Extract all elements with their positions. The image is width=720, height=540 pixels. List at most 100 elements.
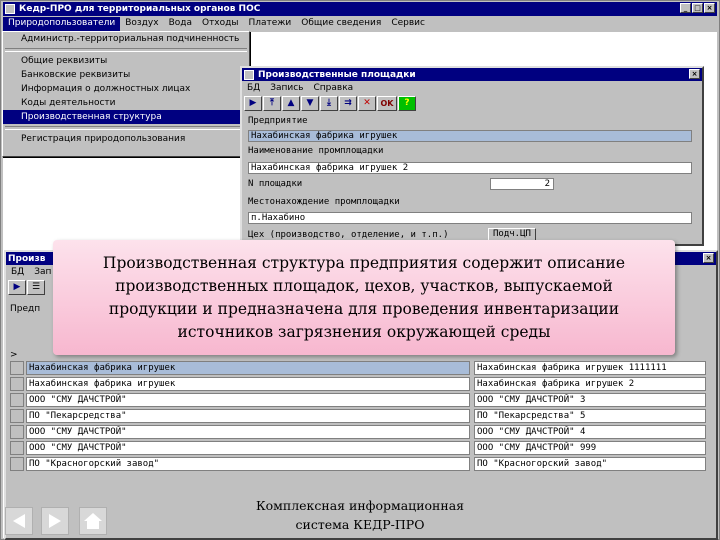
app-title: Кедр-ПРО для территориальных органов ПОС <box>19 4 261 14</box>
system-menu-icon[interactable] <box>5 4 15 14</box>
menu-general-info[interactable]: Общие сведения <box>296 17 386 31</box>
production-sites-window: Производственные площадки × БД Запись Сп… <box>240 66 704 246</box>
menu-separator <box>5 48 247 52</box>
form-menu-record[interactable]: Запись <box>265 83 308 93</box>
cell-enterprise[interactable]: ПО "Красногорский завод" <box>26 457 470 471</box>
caption-line: Производственная структура предприятия с… <box>102 254 626 272</box>
menu-waste[interactable]: Отходы <box>197 17 244 31</box>
maximize-button[interactable]: □ <box>692 3 703 13</box>
row-selector[interactable] <box>10 425 24 439</box>
site-no-label: N площадки <box>248 179 303 189</box>
nav-forward-icon[interactable] <box>41 507 69 535</box>
menu-nature-users[interactable]: Природопользователи <box>3 17 121 31</box>
site-name-label: Наименование промплощадки <box>248 146 384 156</box>
main-titlebar: Кедр-ПРО для территориальных органов ПОС… <box>3 2 717 16</box>
table-close-button[interactable]: × <box>703 253 714 263</box>
table-row[interactable]: Нахабинская фабрика игрушек Нахабинская … <box>10 376 706 392</box>
location-label: Местонахождение промплощадки <box>248 197 400 207</box>
enterprise-field[interactable]: Нахабинская фабрика игрушек <box>248 130 692 142</box>
dd-item-production-structure[interactable]: Производственная структура <box>3 110 249 124</box>
caption-line: продукции и предназначена для проведения… <box>108 300 620 318</box>
first-record-icon[interactable]: ⤒ <box>263 95 281 111</box>
play-icon[interactable]: ▶ <box>8 279 26 295</box>
caption-box: Производственная структура предприятия с… <box>53 240 675 355</box>
form-menu-db[interactable]: БД <box>242 83 265 93</box>
form-window-titlebar: Производственные площадки × <box>242 68 702 81</box>
menu-separator <box>5 126 247 130</box>
footer-line-2: система КЕДР-ПРО <box>295 517 425 532</box>
grid-icon[interactable]: ☰ <box>27 279 45 295</box>
form-window-menubar: БД Запись Справка <box>242 81 702 94</box>
caption-line: источников загрязнения окружающей среды <box>177 323 551 341</box>
form-window-title: Производственные площадки <box>258 69 416 80</box>
dropdown-menu: Администр.-территориальная подчиненность… <box>2 31 250 157</box>
row-selector[interactable] <box>10 441 24 455</box>
cell-enterprise[interactable]: ПО "Пекарсредства" <box>26 409 470 423</box>
table-row[interactable]: ПО "Пекарсредства" ПО "Пекарсредства" 5 <box>10 408 706 424</box>
cell-site[interactable]: ООО "СМУ ДАЧСТРОЙ" 4 <box>474 425 706 439</box>
cell-site[interactable]: Нахабинская фабрика игрушек 2 <box>474 377 706 391</box>
help-icon[interactable]: ? <box>398 95 416 111</box>
cell-site[interactable]: ПО "Пекарсредства" 5 <box>474 409 706 423</box>
cell-enterprise[interactable]: ООО "СМУ ДАЧСТРОЙ" <box>26 393 470 407</box>
cell-site[interactable]: ООО "СМУ ДАЧСТРОЙ" 3 <box>474 393 706 407</box>
prev-record-icon[interactable]: ▲ <box>282 95 300 111</box>
site-name-field[interactable]: Нахабинская фабрика игрушек 2 <box>248 162 692 174</box>
dd-item-officials[interactable]: Информация о должностных лицах <box>3 82 249 96</box>
form-menu-help[interactable]: Справка <box>309 83 359 93</box>
dd-item-registration[interactable]: Регистрация природопользования <box>3 132 249 146</box>
table-window-title: Произв <box>8 253 46 264</box>
cell-site[interactable]: ПО "Красногорский завод" <box>474 457 706 471</box>
cell-enterprise[interactable]: Нахабинская фабрика игрушек <box>26 361 470 375</box>
delete-record-icon[interactable]: ✕ <box>358 95 376 111</box>
cell-site[interactable]: Нахабинская фабрика игрушек 1111111 <box>474 361 706 375</box>
table-row[interactable]: ООО "СМУ ДАЧСТРОЙ" ООО "СМУ ДАЧСТРОЙ" 3 <box>10 392 706 408</box>
dd-item-bank[interactable]: Банковские реквизиты <box>3 68 249 82</box>
close-button[interactable]: × <box>704 3 715 13</box>
enterprise-label: Предприятие <box>248 116 308 126</box>
form-system-icon[interactable] <box>244 69 254 80</box>
nav-home-icon[interactable] <box>79 507 107 535</box>
footer-line-1: Комплексная информационная <box>255 498 465 513</box>
ok-button[interactable]: OK <box>377 95 397 111</box>
dd-item-activity-codes[interactable]: Коды деятельности <box>3 96 249 110</box>
minimize-button[interactable]: _ <box>680 3 691 13</box>
last-record-icon[interactable]: ⤓ <box>320 95 338 111</box>
table-row[interactable]: Нахабинская фабрика игрушек Нахабинская … <box>10 360 706 376</box>
main-menubar: Природопользователи Воздух Вода Отходы П… <box>3 17 717 31</box>
location-field[interactable]: п.Нахабино <box>248 212 692 224</box>
dd-item-general[interactable]: Общие реквизиты <box>3 54 249 68</box>
insert-record-icon[interactable]: ⇉ <box>339 95 357 111</box>
caption-line: производственных площадок, цехов, участк… <box>115 277 613 295</box>
cell-enterprise[interactable]: ООО "СМУ ДАЧСТРОЙ" <box>26 425 470 439</box>
menu-water[interactable]: Вода <box>164 17 197 31</box>
row-selector[interactable] <box>10 457 24 471</box>
row-selector[interactable] <box>10 393 24 407</box>
row-marker: > <box>10 350 18 360</box>
dd-item-admin[interactable]: Администр.-территориальная подчиненность <box>3 32 249 46</box>
table-menu-db[interactable]: БД <box>6 267 29 277</box>
table-row[interactable]: ООО "СМУ ДАЧСТРОЙ" ООО "СМУ ДАЧСТРОЙ" 4 <box>10 424 706 440</box>
table-row[interactable]: ПО "Красногорский завод" ПО "Красногорск… <box>10 456 706 472</box>
menu-service[interactable]: Сервис <box>386 17 430 31</box>
menu-payments[interactable]: Платежи <box>243 17 296 31</box>
form-toolbar: ▶ ⤒ ▲ ▼ ⤓ ⇉ ✕ OK ? <box>242 94 702 112</box>
table-row[interactable]: ООО "СМУ ДАЧСТРОЙ" ООО "СМУ ДАЧСТРОЙ" 99… <box>10 440 706 456</box>
form-close-button[interactable]: × <box>689 69 700 79</box>
row-selector[interactable] <box>10 361 24 375</box>
table-rows: Нахабинская фабрика игрушек Нахабинская … <box>10 360 706 472</box>
next-record-icon[interactable]: ▼ <box>301 95 319 111</box>
form-area: Предприятие Нахабинская фабрика игрушек … <box>244 114 694 242</box>
nav-back-icon[interactable] <box>5 507 33 535</box>
footer-text: Комплексная информационная система КЕДР-… <box>250 496 470 534</box>
row-selector[interactable] <box>10 409 24 423</box>
cell-enterprise[interactable]: ООО "СМУ ДАЧСТРОЙ" <box>26 441 470 455</box>
play-icon[interactable]: ▶ <box>244 95 262 111</box>
cell-enterprise[interactable]: Нахабинская фабрика игрушек <box>26 377 470 391</box>
row-selector[interactable] <box>10 377 24 391</box>
menu-air[interactable]: Воздух <box>120 17 163 31</box>
workshop-label: Цех (производство, отделение, и т.п.) <box>248 230 449 240</box>
site-no-field[interactable]: 2 <box>490 178 554 190</box>
cell-site[interactable]: ООО "СМУ ДАЧСТРОЙ" 999 <box>474 441 706 455</box>
table-enterprise-label: Предп <box>10 304 41 314</box>
